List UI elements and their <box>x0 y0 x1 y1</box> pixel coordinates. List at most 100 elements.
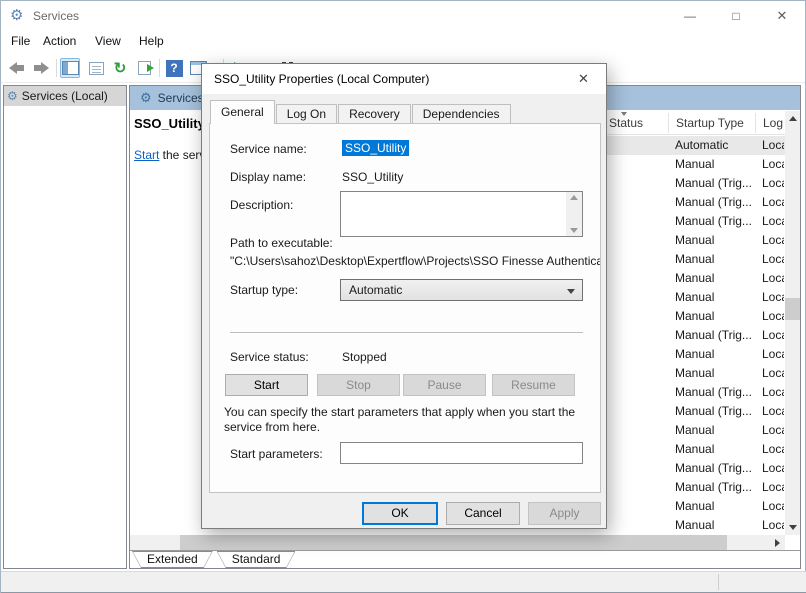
service-name-value: SSO_Utility <box>342 141 409 155</box>
table-row[interactable]: Manual (Trig...Loca <box>601 193 785 212</box>
tab-recovery[interactable]: Recovery <box>338 104 411 124</box>
dialog-tabs: General Log On Recovery Dependencies <box>210 100 512 124</box>
dialog-title-bar: SSO_Utility Properties (Local Computer) … <box>202 64 606 94</box>
table-row[interactable]: Manual Loca <box>601 231 785 250</box>
scroll-down-icon[interactable] <box>570 228 578 233</box>
refresh-icon[interactable]: ↻ <box>110 58 130 78</box>
stop-button: Stop <box>317 374 400 396</box>
start-parameters-input[interactable] <box>340 442 583 464</box>
toolbar-separator <box>159 59 160 77</box>
log-on-as-cell: Loca <box>762 497 784 516</box>
dialog-close-icon[interactable]: ✕ <box>561 64 606 94</box>
back-icon[interactable] <box>6 58 26 78</box>
column-header-status[interactable]: Status <box>609 116 643 130</box>
description-scrollbar[interactable] <box>566 192 582 236</box>
column-header-logon[interactable]: Log <box>763 116 783 130</box>
export-list-icon[interactable] <box>134 58 154 78</box>
table-row[interactable]: ManualLoca <box>601 364 785 383</box>
start-service-link[interactable]: Start <box>134 148 159 162</box>
console-tree-panel: ⚙ Services (Local) <box>3 85 127 569</box>
scroll-up-icon[interactable] <box>785 111 800 126</box>
console-tree-icon[interactable] <box>60 58 80 78</box>
scroll-down-icon[interactable] <box>785 520 800 535</box>
log-on-as-cell: Loca <box>762 402 784 421</box>
toolbar-separator <box>56 59 57 77</box>
table-row[interactable]: ManualLoca <box>601 269 785 288</box>
properties-icon[interactable] <box>86 58 106 78</box>
log-on-as-cell: Loca <box>762 307 784 326</box>
table-row[interactable]: Manual (Trig...Loca <box>601 326 785 345</box>
service-status-value: Stopped <box>342 350 387 364</box>
description-field[interactable] <box>340 191 583 237</box>
startup-type-cell: Manual (Trig... <box>675 383 757 402</box>
table-row[interactable]: Manual (Trig...Loca <box>601 212 785 231</box>
maximize-button[interactable]: □ <box>713 1 759 31</box>
tab-standard[interactable]: Standard <box>217 551 296 568</box>
log-on-as-cell: Loca <box>762 288 784 307</box>
startup-type-cell: Manual <box>675 288 757 307</box>
log-on-as-cell: Loca <box>762 459 784 478</box>
tab-dependencies[interactable]: Dependencies <box>412 104 511 124</box>
service-status-label: Service status: <box>230 350 309 364</box>
menu-view[interactable]: View <box>95 34 121 48</box>
table-row[interactable]: Manual (Trig...Loca <box>601 402 785 421</box>
startup-type-cell: Manual <box>675 345 757 364</box>
menu-action[interactable]: Action <box>43 34 76 48</box>
start-button[interactable]: Start <box>225 374 308 396</box>
services-window: ⚙ Services — □ ✕ File Action View Help ↻… <box>0 0 806 593</box>
table-row[interactable]: ManualLoca <box>601 155 785 174</box>
minimize-button[interactable]: — <box>667 1 713 31</box>
horizontal-scrollbar[interactable] <box>130 535 785 550</box>
apply-button: Apply <box>528 502 601 525</box>
start-parameters-note: You can specify the start parameters tha… <box>224 405 590 435</box>
cancel-button[interactable]: Cancel <box>446 502 520 525</box>
startup-type-cell: Manual (Trig... <box>675 193 757 212</box>
vertical-scrollbar[interactable] <box>785 111 800 535</box>
chevron-down-icon <box>567 289 575 294</box>
table-row[interactable]: Manual (Trig...Loca <box>601 174 785 193</box>
column-header-startup[interactable]: Startup Type <box>676 116 744 130</box>
table-row[interactable]: ManualLoca <box>601 497 785 516</box>
table-row[interactable]: ManualLoca <box>601 440 785 459</box>
menu-bar: File Action View Help <box>1 31 805 53</box>
service-action-line: Start the serv <box>134 148 205 162</box>
log-on-as-cell: Loca <box>762 231 784 250</box>
close-button[interactable]: ✕ <box>759 1 805 31</box>
title-bar: ⚙ Services — □ ✕ <box>1 1 805 31</box>
log-on-as-cell: Loca <box>762 478 784 497</box>
log-on-as-cell: Loca <box>762 364 784 383</box>
table-row[interactable]: Manual Loca <box>601 345 785 364</box>
table-row[interactable]: Manual (Trig...Loca <box>601 459 785 478</box>
table-row[interactable]: ManualLoca <box>601 307 785 326</box>
scroll-up-icon[interactable] <box>570 195 578 200</box>
forward-icon[interactable] <box>31 58 51 78</box>
separator <box>230 332 583 333</box>
startup-type-cell: Manual <box>675 516 757 535</box>
startup-type-cell: Manual <box>675 231 757 250</box>
startup-type-cell: Manual <box>675 440 757 459</box>
table-row[interactable]: Manual Loca <box>601 288 785 307</box>
sidebar-item-services-local[interactable]: ⚙ Services (Local) <box>4 86 126 106</box>
tab-extended[interactable]: Extended <box>132 551 213 568</box>
table-row[interactable]: ManualLoca <box>601 250 785 269</box>
status-bar <box>1 571 806 593</box>
table-row[interactable]: ManualLoca <box>601 516 785 535</box>
tab-log-on[interactable]: Log On <box>276 104 337 124</box>
display-name-value: SSO_Utility <box>342 170 403 184</box>
tab-general[interactable]: General <box>210 100 275 124</box>
table-row[interactable]: ManualLoca <box>601 421 785 440</box>
table-row[interactable]: AutomaticLoca <box>601 136 785 155</box>
horizontal-scrollbar-thumb[interactable] <box>180 535 727 550</box>
startup-type-select[interactable]: Automatic <box>340 279 583 301</box>
menu-file[interactable]: File <box>11 34 30 48</box>
vertical-scrollbar-thumb[interactable] <box>785 298 800 320</box>
log-on-as-cell: Loca <box>762 345 784 364</box>
help-icon[interactable]: ? <box>164 58 184 78</box>
scroll-right-icon[interactable] <box>770 535 785 550</box>
log-on-as-cell: Loca <box>762 383 784 402</box>
path-label: Path to executable: <box>230 236 333 250</box>
table-row[interactable]: Manual (Trig...Loca <box>601 478 785 497</box>
menu-help[interactable]: Help <box>139 34 164 48</box>
ok-button[interactable]: OK <box>362 502 438 525</box>
table-row[interactable]: Manual (Trig... Loca <box>601 383 785 402</box>
